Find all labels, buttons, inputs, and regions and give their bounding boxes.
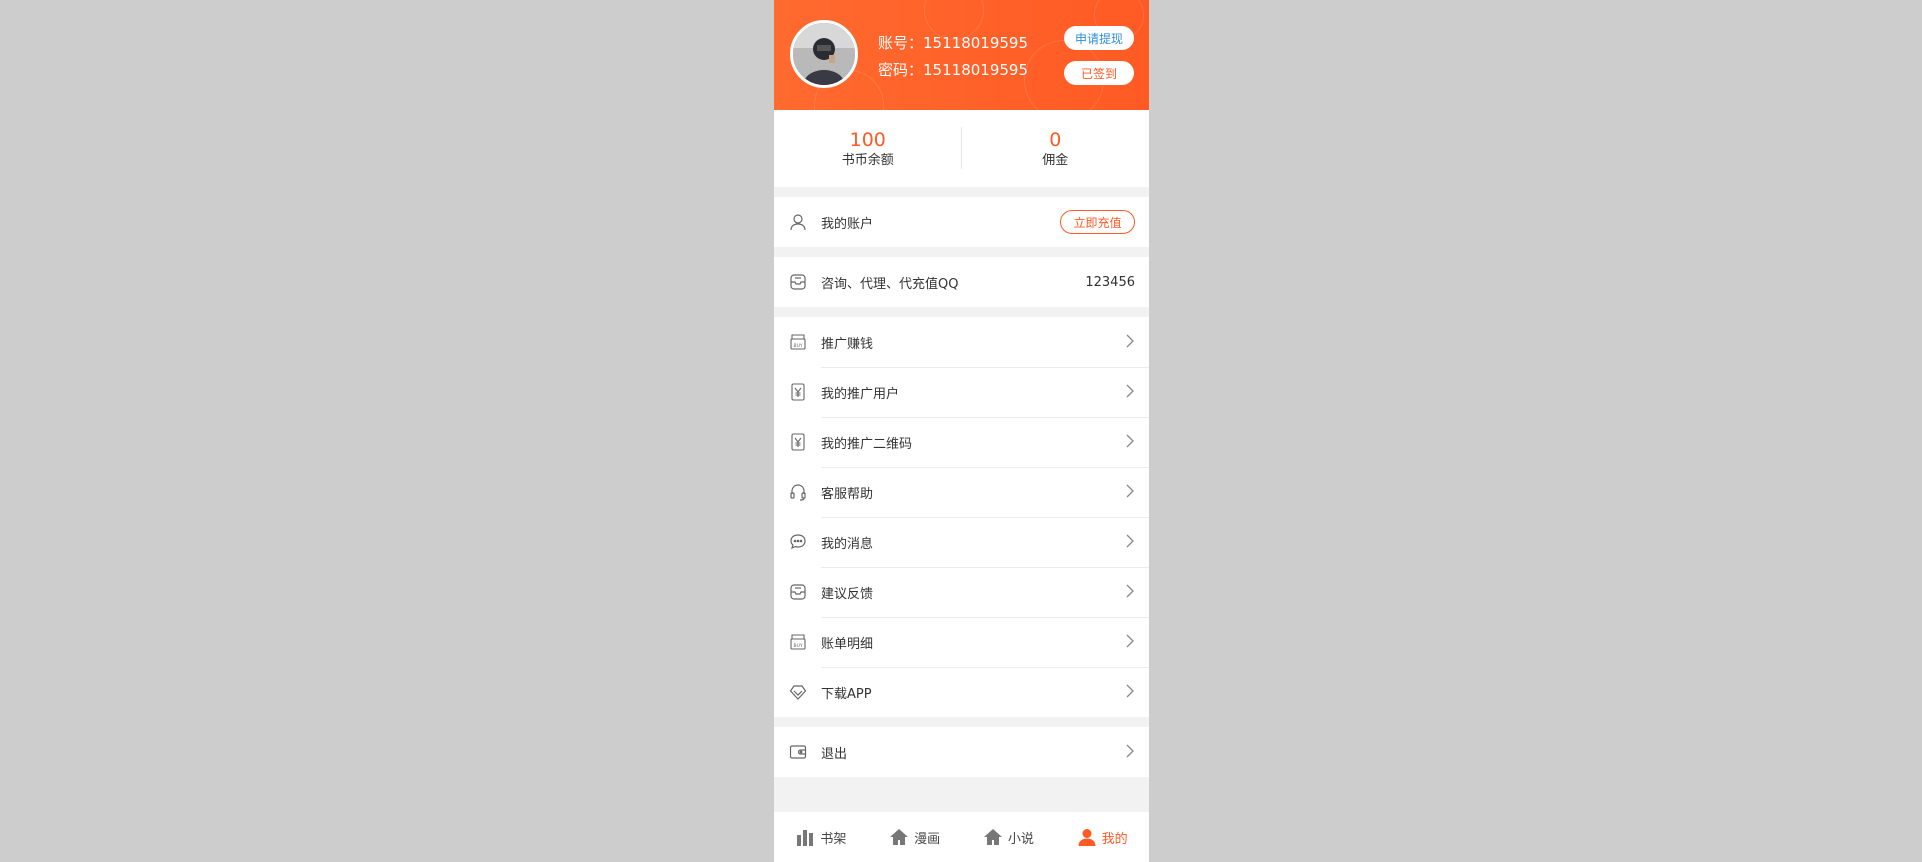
- bottom-tab-bar: 书架 漫画 小说 我的: [774, 812, 1149, 862]
- tab-label: 小说: [1007, 831, 1034, 847]
- chevron-right-icon: [1125, 383, 1135, 402]
- user-outline-icon: [788, 212, 808, 232]
- home-icon: [890, 829, 909, 845]
- bar-chart-icon: [797, 830, 814, 846]
- inbox-icon: [788, 582, 808, 602]
- headset-icon: [788, 482, 808, 502]
- tab-mine[interactable]: 我的: [1055, 812, 1149, 862]
- contact-label: 咨询、代理、代充值QQ: [821, 276, 959, 292]
- chevron-right-icon: [1125, 633, 1135, 652]
- menu-label: 建议反馈: [821, 586, 874, 602]
- menu-label: 我的推广用户: [821, 386, 900, 402]
- diamond-icon: [788, 682, 808, 702]
- logout-group: 退出: [774, 727, 1149, 777]
- mobile-page: 账号：15118019595 密码：15118019595 申请提现 已签到 1…: [774, 0, 1149, 862]
- menu-label: 客服帮助: [821, 486, 874, 502]
- menu-label: 推广赚钱: [821, 336, 874, 352]
- contact-qq-value: 123456: [1085, 274, 1135, 290]
- coin-balance-label: 书币余额: [841, 152, 894, 168]
- tab-comics[interactable]: 漫画: [868, 812, 962, 862]
- account-group: 我的账户 立即充值: [774, 197, 1149, 247]
- home-icon: [983, 829, 1002, 845]
- chat-bubble-icon: [788, 532, 808, 552]
- coin-balance-stat[interactable]: 100 书币余额: [774, 128, 962, 170]
- buy-store-icon: BUY: [788, 332, 808, 352]
- yen-tag-icon: [788, 432, 808, 452]
- menu-item-promo-qrcode[interactable]: 我的推广二维码: [774, 417, 1149, 467]
- chevron-right-icon: [1125, 483, 1135, 502]
- menu-item-my-messages[interactable]: 我的消息: [774, 517, 1149, 567]
- menu-item-download-app[interactable]: 下载APP: [774, 667, 1149, 717]
- account-line: 账号：15118019595: [878, 30, 1028, 57]
- balance-stats: 100 书币余额 0 佣金: [774, 110, 1149, 187]
- menu-item-feedback[interactable]: 建议反馈: [774, 567, 1149, 617]
- stats-divider: [961, 127, 962, 169]
- user-icon: [1078, 829, 1096, 846]
- withdraw-button[interactable]: 申请提现: [1064, 26, 1134, 50]
- inbox-icon: [788, 272, 808, 292]
- logout-label: 退出: [821, 746, 848, 762]
- tab-label: 我的: [1101, 831, 1128, 847]
- coin-balance-value: 100: [849, 128, 886, 151]
- my-account-label: 我的账户: [821, 216, 874, 232]
- menu-label: 我的消息: [821, 536, 874, 552]
- commission-label: 佣金: [1042, 152, 1069, 168]
- signed-in-button[interactable]: 已签到: [1064, 61, 1134, 85]
- svg-text:BUY: BUY: [794, 643, 803, 649]
- wallet-icon: [788, 742, 808, 762]
- commission-value: 0: [1049, 128, 1062, 151]
- menu-item-promoted-users[interactable]: 我的推广用户: [774, 367, 1149, 417]
- menu-item-bill-details[interactable]: BUY 账单明细: [774, 617, 1149, 667]
- menu-label: 下载APP: [821, 686, 872, 702]
- account-value: 15118019595: [923, 34, 1028, 52]
- avatar[interactable]: [790, 20, 858, 88]
- password-line: 密码：15118019595: [878, 57, 1028, 84]
- avatar-image: [793, 23, 855, 85]
- contact-row[interactable]: 咨询、代理、代充值QQ 123456: [774, 257, 1149, 307]
- menu-list: BUY 推广赚钱 我的推广用户 我的推广二维码 客服帮助 我的消息 建议反馈 B…: [774, 317, 1149, 717]
- my-account-row[interactable]: 我的账户 立即充值: [774, 197, 1149, 247]
- chevron-right-icon: [1125, 743, 1135, 762]
- profile-header: 账号：15118019595 密码：15118019595 申请提现 已签到: [774, 0, 1149, 110]
- tab-label: 书架: [820, 831, 847, 847]
- contact-group: 咨询、代理、代充值QQ 123456: [774, 257, 1149, 307]
- menu-label: 我的推广二维码: [821, 436, 913, 452]
- tab-novels[interactable]: 小说: [962, 812, 1056, 862]
- menu-label: 账单明细: [821, 636, 874, 652]
- credentials: 账号：15118019595 密码：15118019595: [878, 30, 1028, 84]
- tab-bookshelf[interactable]: 书架: [774, 812, 868, 862]
- menu-item-promote-earn[interactable]: BUY 推广赚钱: [774, 317, 1149, 367]
- logout-row[interactable]: 退出: [774, 727, 1149, 777]
- account-label: 账号：: [878, 34, 924, 52]
- chevron-right-icon: [1125, 583, 1135, 602]
- password-label: 密码：: [878, 61, 924, 79]
- tab-label: 漫画: [914, 831, 941, 847]
- chevron-right-icon: [1125, 433, 1135, 452]
- password-value: 15118019595: [923, 61, 1028, 79]
- yen-tag-icon: [788, 382, 808, 402]
- chevron-right-icon: [1125, 533, 1135, 552]
- commission-stat[interactable]: 0 佣金: [962, 128, 1150, 170]
- recharge-button[interactable]: 立即充值: [1060, 210, 1135, 234]
- buy-store-icon: BUY: [788, 632, 808, 652]
- svg-text:BUY: BUY: [794, 343, 803, 349]
- menu-item-customer-help[interactable]: 客服帮助: [774, 467, 1149, 517]
- chevron-right-icon: [1125, 683, 1135, 702]
- chevron-right-icon: [1125, 333, 1135, 352]
